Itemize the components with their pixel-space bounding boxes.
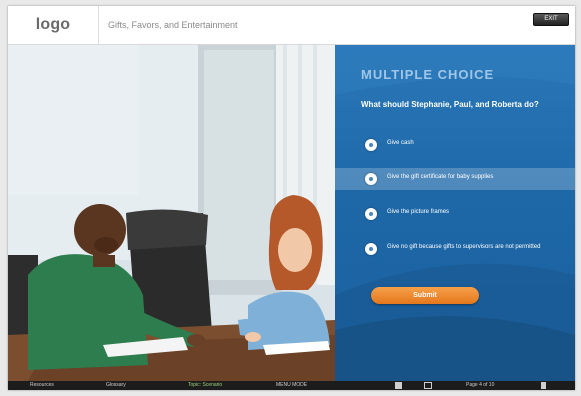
bottom-bar: Resources Glossary Topic: Scenario MENU … [8,381,575,390]
topic-label: Topic: Scenario [188,382,223,388]
glossary-link[interactable]: Glossary [106,381,126,390]
option-gift-certificate[interactable]: Give the gift certificate for baby suppl… [335,168,575,190]
header: logo Gifts, Favors, and Entertainment EX… [8,6,575,45]
option-no-gift[interactable]: Give no gift because gifts to supervisor… [335,238,575,260]
resources-link[interactable]: Resources [30,381,54,390]
page-counter: Page 4 of 10 [466,382,495,388]
option-label: Give cash [387,140,414,146]
next-icon[interactable] [541,382,546,389]
radio-icon[interactable] [365,139,377,151]
pause-icon[interactable] [395,382,402,389]
course-frame: logo Gifts, Favors, and Entertainment EX… [8,6,575,390]
option-label: Give the gift certificate for baby suppl… [387,174,494,180]
radio-icon[interactable] [365,208,377,220]
option-give-cash[interactable]: Give cash [335,134,575,156]
course-title: Gifts, Favors, and Entertainment [108,20,238,30]
replay-icon[interactable] [424,382,432,389]
option-label: Give no gift because gifts to supervisor… [387,244,541,250]
exit-button[interactable]: EXIT [533,13,569,26]
scenario-photo [8,45,335,381]
radio-icon[interactable] [365,173,377,185]
option-picture-frames[interactable]: Give the picture frames [335,203,575,225]
option-label: Give the picture frames [387,209,450,215]
submit-button[interactable]: Submit [371,287,479,304]
question-text: What should Stephanie, Paul, and Roberta… [361,100,539,109]
radio-icon[interactable] [365,243,377,255]
logo: logo [8,6,99,44]
multiple-choice-panel: MULTIPLE CHOICE What should Stephanie, P… [335,45,575,381]
question-type-title: MULTIPLE CHOICE [361,67,495,82]
menu-mode-button[interactable]: MENU MODE [276,381,307,390]
